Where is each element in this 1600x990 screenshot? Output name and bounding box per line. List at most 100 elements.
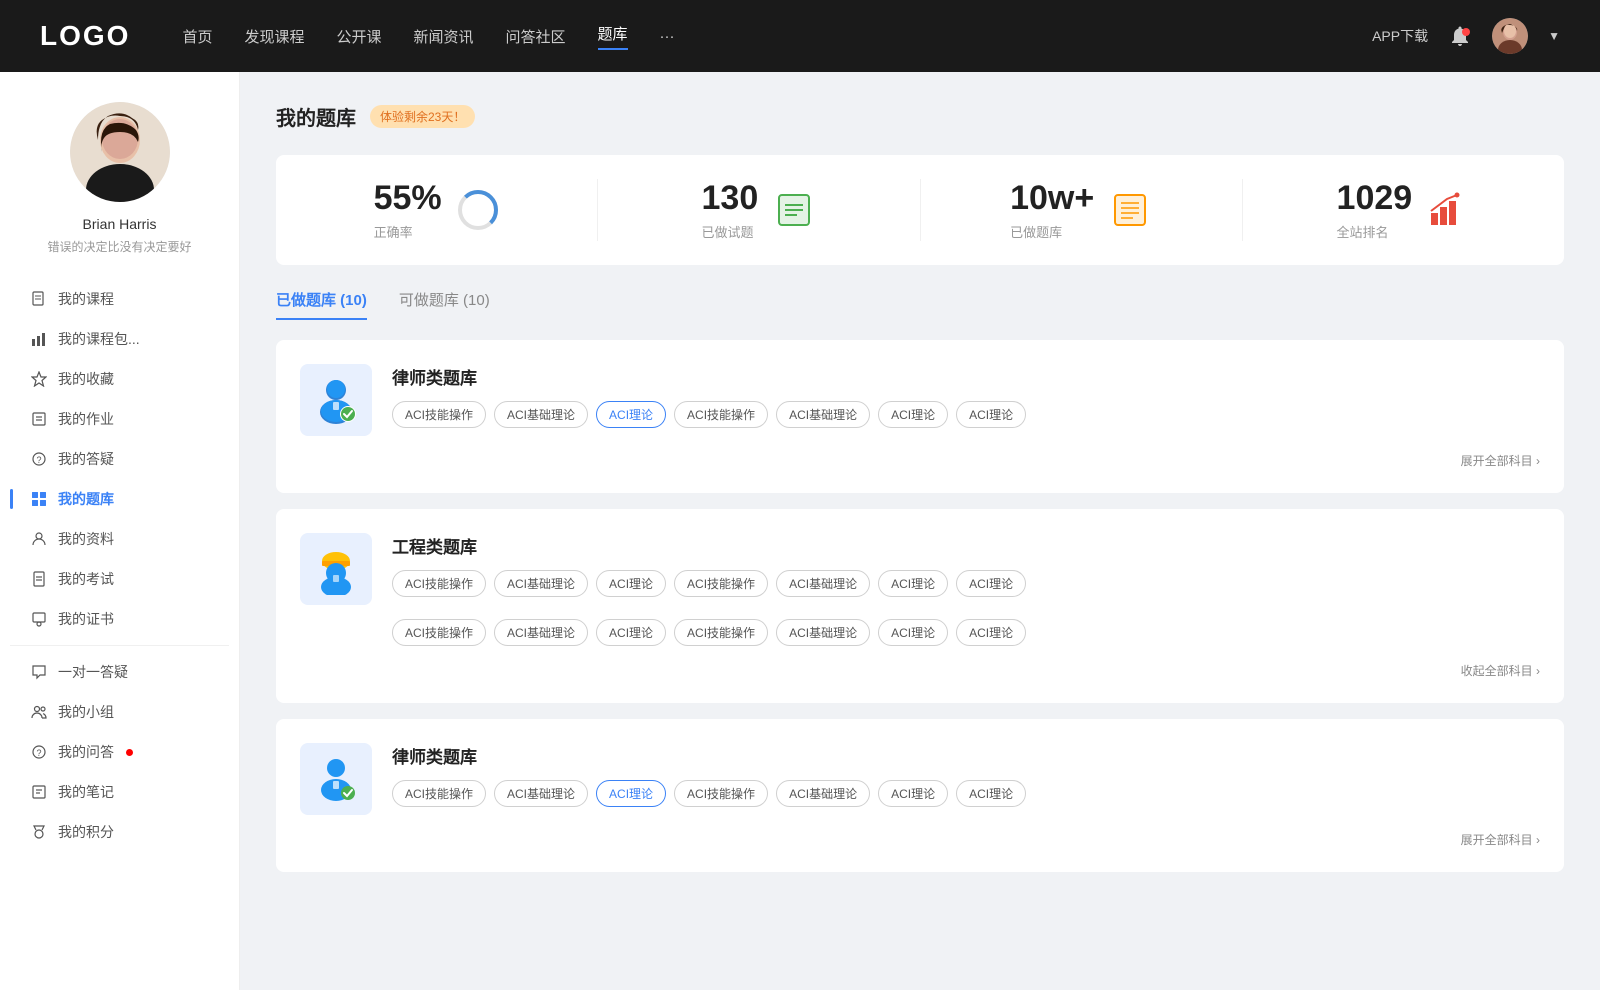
tag-2-4[interactable]: ACI基础理论 <box>776 570 870 597</box>
stat-accuracy: 55% 正确率 <box>276 179 598 241</box>
tab-available-banks[interactable]: 可做题库 (10) <box>399 289 490 320</box>
svg-text:?: ? <box>37 455 42 465</box>
user-display-name: Brian Harris <box>83 216 157 232</box>
stat-ranking-value: 1029 <box>1337 179 1413 218</box>
sidebar-item-group[interactable]: 我的小组 <box>10 692 229 732</box>
qbank-footer-2: 收起全部科目 › <box>300 662 1540 679</box>
expand-link-3[interactable]: 展开全部科目 › <box>1461 831 1540 848</box>
tag-1-2[interactable]: ACI理论 <box>596 401 666 428</box>
tag-2-0[interactable]: ACI技能操作 <box>392 570 486 597</box>
sidebar-item-profile[interactable]: 我的资料 <box>10 519 229 559</box>
notification-icon[interactable] <box>1448 24 1472 48</box>
tag-2r-3[interactable]: ACI技能操作 <box>674 619 768 646</box>
stat-questions-label: 已做试题 <box>702 222 759 241</box>
sidebar-label-profile: 我的资料 <box>58 529 114 549</box>
stat-accuracy-icon <box>456 188 500 232</box>
note-icon <box>30 783 48 801</box>
sidebar-item-answers[interactable]: ? 我的答疑 <box>10 439 229 479</box>
nav-discover[interactable]: 发现课程 <box>244 26 304 47</box>
qbank-footer-1: 展开全部科目 › <box>300 452 1540 469</box>
sidebar-item-notes[interactable]: 我的笔记 <box>10 772 229 812</box>
stat-done-banks-label: 已做题库 <box>1010 222 1094 241</box>
sidebar-item-qbank[interactable]: 我的题库 <box>10 479 229 519</box>
tag-3-4[interactable]: ACI基础理论 <box>776 780 870 807</box>
tag-2-5[interactable]: ACI理论 <box>878 570 948 597</box>
sidebar-item-homework[interactable]: 我的作业 <box>10 399 229 439</box>
qbank-title-area-2: 工程类题库 ACI技能操作 ACI基础理论 ACI理论 ACI技能操作 ACI基… <box>392 533 1540 646</box>
chat-icon <box>30 663 48 681</box>
qbank-tags-1: ACI技能操作 ACI基础理论 ACI理论 ACI技能操作 ACI基础理论 AC… <box>392 401 1540 428</box>
user-avatar[interactable] <box>1492 18 1528 54</box>
stat-done-banks-value: 10w+ <box>1010 179 1094 218</box>
nav-home[interactable]: 首页 <box>182 26 212 47</box>
sidebar-item-course[interactable]: 我的课程 <box>10 279 229 319</box>
stat-ranking-label: 全站排名 <box>1337 222 1413 241</box>
stat-accuracy-label: 正确率 <box>374 222 442 241</box>
tag-2r-0[interactable]: ACI技能操作 <box>392 619 486 646</box>
sidebar: Brian Harris 错误的决定比没有决定要好 我的课程 我的课程包... <box>0 72 240 990</box>
tag-3-5[interactable]: ACI理论 <box>878 780 948 807</box>
sidebar-label-course: 我的课程 <box>58 289 114 309</box>
user-dropdown-icon[interactable]: ▼ <box>1548 29 1560 43</box>
tag-3-0[interactable]: ACI技能操作 <box>392 780 486 807</box>
tag-2-2[interactable]: ACI理论 <box>596 570 666 597</box>
tabs-row: 已做题库 (10) 可做题库 (10) <box>276 289 1564 320</box>
tag-2r-6[interactable]: ACI理论 <box>956 619 1026 646</box>
sidebar-label-1on1: 一对一答疑 <box>58 662 128 682</box>
tag-2r-1[interactable]: ACI基础理论 <box>494 619 588 646</box>
tag-1-5[interactable]: ACI理论 <box>878 401 948 428</box>
nav-opencourse[interactable]: 公开课 <box>336 26 381 47</box>
expand-link-1[interactable]: 展开全部科目 › <box>1461 452 1540 469</box>
stat-questions-value: 130 <box>702 179 759 218</box>
nav-more[interactable]: ··· <box>660 28 675 45</box>
expand-link-2[interactable]: 收起全部科目 › <box>1461 662 1540 679</box>
tag-1-0[interactable]: ACI技能操作 <box>392 401 486 428</box>
qbank-tags-2: ACI技能操作 ACI基础理论 ACI理论 ACI技能操作 ACI基础理论 AC… <box>392 570 1540 597</box>
tag-2-3[interactable]: ACI技能操作 <box>674 570 768 597</box>
stat-questions-icon <box>772 188 816 232</box>
stat-questions: 130 已做试题 <box>598 179 920 241</box>
medal-icon <box>30 823 48 841</box>
tag-3-3[interactable]: ACI技能操作 <box>674 780 768 807</box>
sidebar-item-exam[interactable]: 我的考试 <box>10 559 229 599</box>
sidebar-item-myqa[interactable]: ? 我的问答 <box>10 732 229 772</box>
tag-3-6[interactable]: ACI理论 <box>956 780 1026 807</box>
tag-2r-4[interactable]: ACI基础理论 <box>776 619 870 646</box>
sidebar-label-homework: 我的作业 <box>58 409 114 429</box>
stats-row: 55% 正确率 130 已做试题 <box>276 155 1564 265</box>
qbank-header-1: 律师类题库 ACI技能操作 ACI基础理论 ACI理论 ACI技能操作 ACI基… <box>300 364 1540 436</box>
tag-1-3[interactable]: ACI技能操作 <box>674 401 768 428</box>
tag-1-4[interactable]: ACI基础理论 <box>776 401 870 428</box>
sidebar-item-points[interactable]: 我的积分 <box>10 812 229 852</box>
sidebar-item-course-pkg[interactable]: 我的课程包... <box>10 319 229 359</box>
main-content: 我的题库 体验剩余23天！ 55% 正确率 1 <box>240 72 1600 990</box>
qbank-header-3: 律师类题库 ACI技能操作 ACI基础理论 ACI理论 ACI技能操作 ACI基… <box>300 743 1540 815</box>
app-download[interactable]: APP下载 <box>1372 26 1428 46</box>
tag-2r-5[interactable]: ACI理论 <box>878 619 948 646</box>
nav-news[interactable]: 新闻资讯 <box>414 26 474 47</box>
nav-qa[interactable]: 问答社区 <box>506 26 566 47</box>
qbank-icon-lawyer-2 <box>300 743 372 815</box>
tag-2-1[interactable]: ACI基础理论 <box>494 570 588 597</box>
qbank-icon-lawyer-1 <box>300 364 372 436</box>
tag-2-6[interactable]: ACI理论 <box>956 570 1026 597</box>
qbank-title-2: 工程类题库 <box>392 533 1540 558</box>
tag-3-1[interactable]: ACI基础理论 <box>494 780 588 807</box>
page-title: 我的题库 <box>276 102 356 131</box>
qbank-title-area-1: 律师类题库 ACI技能操作 ACI基础理论 ACI理论 ACI技能操作 ACI基… <box>392 364 1540 428</box>
qbank-card-engineer: 工程类题库 ACI技能操作 ACI基础理论 ACI理论 ACI技能操作 ACI基… <box>276 509 1564 703</box>
sidebar-item-favorites[interactable]: 我的收藏 <box>10 359 229 399</box>
doc-icon <box>30 570 48 588</box>
sidebar-item-1on1[interactable]: 一对一答疑 <box>10 652 229 692</box>
tag-1-6[interactable]: ACI理论 <box>956 401 1026 428</box>
tab-done-banks[interactable]: 已做题库 (10) <box>276 289 367 320</box>
tag-2r-2[interactable]: ACI理论 <box>596 619 666 646</box>
qbank-icon-engineer <box>300 533 372 605</box>
sidebar-label-exam: 我的考试 <box>58 569 114 589</box>
qbank-title-area-3: 律师类题库 ACI技能操作 ACI基础理论 ACI理论 ACI技能操作 ACI基… <box>392 743 1540 807</box>
tag-3-2[interactable]: ACI理论 <box>596 780 666 807</box>
tag-1-1[interactable]: ACI基础理论 <box>494 401 588 428</box>
nav-question-bank[interactable]: 题库 <box>598 23 628 50</box>
stat-accuracy-text: 55% 正确率 <box>374 179 442 241</box>
sidebar-item-cert[interactable]: 我的证书 <box>10 599 229 639</box>
